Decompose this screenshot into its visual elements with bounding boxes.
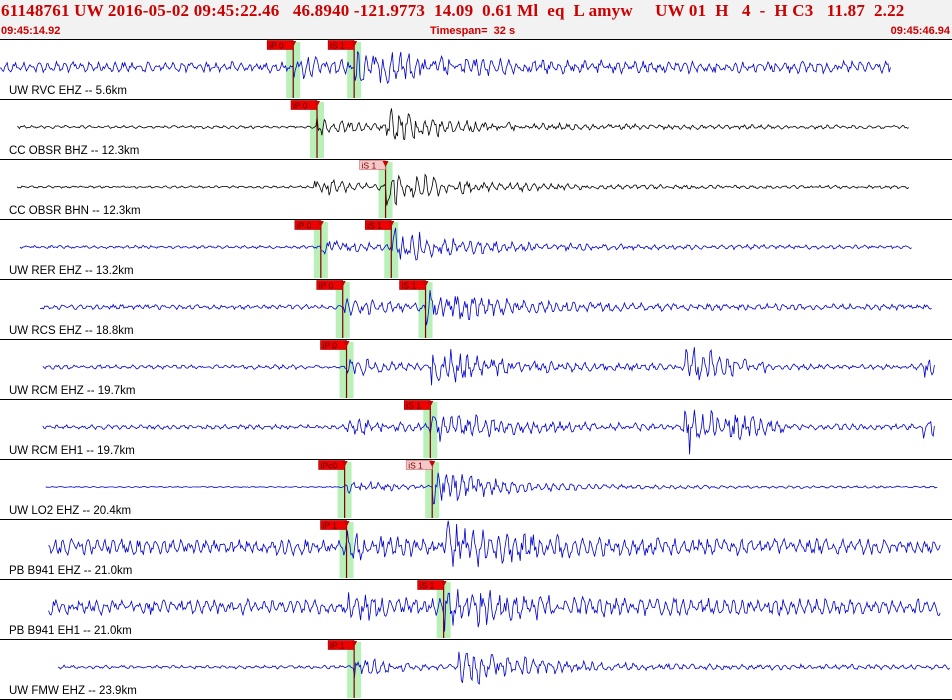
pick-flag-label: iS 1 [408,460,423,470]
channel-row[interactable]: iS 1 CC OBSR BHN -- 12.3km [0,160,952,220]
pick-flag-label: iP 0 [297,220,312,230]
pick-flag-label: iP 1 [323,520,338,530]
channel-row[interactable]: iPc0 iS 1 UW LO2 EHZ -- 20.4km [0,460,952,520]
pick-flag-label: iP 0 [323,340,338,350]
channel-label: CC OBSR BHZ -- 12.3km [9,145,139,157]
waveform-trace [45,472,938,505]
channel-row[interactable]: iP 0 iS 1 UW RER EHZ -- 13.2km [0,220,952,280]
channel-label: UW RVC EHZ -- 5.6km [9,85,127,97]
channel-label: PB B941 EH1 -- 21.0km [9,625,132,637]
channel-row[interactable]: iP 0 iS 1 UW RCS EHZ -- 18.8km [0,280,952,340]
pick-flag-label: iPc0 [321,460,338,470]
timespan-label: Timespan= 32 s [430,25,516,37]
channel-label: PB B941 EHZ -- 21.0km [9,565,132,577]
pick-flag-label: iP 0 [293,100,308,110]
window-end-time: 09:45:46.94 [890,25,950,37]
pick-flag-label: iS 1 [406,400,421,410]
channel-row[interactable]: iS 1 UW RCM EH1 -- 19.7km [0,400,952,460]
waveform-trace [42,347,935,386]
channel-label: UW RER EHZ -- 13.2km [9,265,134,277]
channel-row[interactable]: iS 1 PB B941 EH1 -- 21.0km [0,580,952,640]
waveform-trace [19,227,912,261]
pick-flag-label: iS 1 [362,160,377,170]
channel-row[interactable]: iP 1 UW FMW EHZ -- 23.9km [0,640,952,700]
event-header: 61148761 UW 2016-05-02 09:45:22.46 46.89… [0,0,952,40]
seismogram-panel[interactable]: iP 0 iS 1 UW RVC EHZ -- 5.6km iP 0 CC OBSR B… [0,40,952,700]
waveform-trace [17,108,909,141]
pick-flag-label: iP 0 [319,280,334,290]
channel-label: UW RCS EHZ -- 18.8km [9,325,134,337]
channel-label: UW RCM EHZ -- 19.7km [9,385,136,397]
pick-flag-label: iP 0 [269,40,284,50]
waveform-trace [39,290,932,326]
waveform-trace [57,651,950,685]
waveform-trace [48,520,941,568]
channel-row[interactable]: iP 0 UW RCM EHZ -- 19.7km [0,340,952,400]
pick-flag-label: iS 1 [330,40,345,50]
channel-row[interactable]: iP 0 CC OBSR BHZ -- 12.3km [0,100,952,160]
waveform-trace [0,51,891,85]
event-summary-title: 61148761 UW 2016-05-02 09:45:22.46 46.89… [1,1,905,20]
waveform-trace [48,589,941,632]
channel-label: CC OBSR BHN -- 12.3km [9,205,141,217]
channel-label: UW FMW EHZ -- 23.9km [9,685,137,697]
channel-label: UW LO2 EHZ -- 20.4km [9,505,131,517]
pick-flag-label: iP 1 [330,640,345,650]
channel-label: UW RCM EH1 -- 19.7km [9,445,135,457]
pick-flag-label: iS 1 [402,280,417,290]
channel-row[interactable]: iP 0 iS 1 UW RVC EHZ -- 5.6km [0,40,952,100]
channel-row[interactable]: iP 1 PB B941 EHZ -- 21.0km [0,520,952,580]
waveform-trace [16,173,910,206]
window-start-time: 09:45:14.92 [1,25,61,37]
pick-flag-label: iS 1 [367,220,382,230]
pick-flag-label: iS 1 [420,580,435,590]
waveform-trace [42,409,935,455]
